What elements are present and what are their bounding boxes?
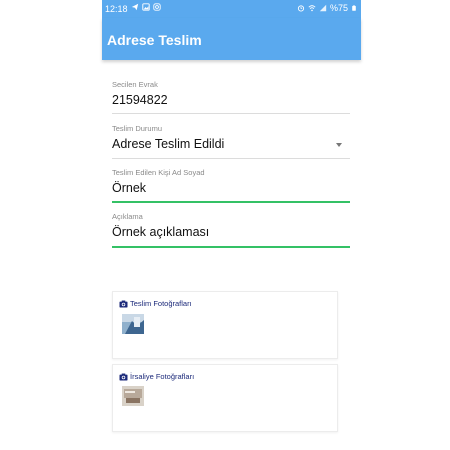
description-value[interactable]: Örnek açıklaması (112, 225, 350, 239)
gallery-icon (142, 3, 150, 11)
selected-doc-value: 21594822 (112, 93, 168, 107)
selected-doc-underline (112, 113, 350, 114)
delivery-photos-title: Teslim Fotoğrafları (130, 299, 192, 308)
description-underline (112, 246, 350, 248)
status-system-icons: %75 (297, 3, 357, 13)
battery-percent: %75 (329, 3, 348, 13)
instagram-icon (153, 3, 161, 11)
waybill-photos-title: İrsaliye Fotoğrafları (130, 372, 195, 381)
waybill-photos-header[interactable]: İrsaliye Fotoğrafları (119, 372, 194, 381)
telegram-icon (131, 3, 139, 11)
recipient-name-value[interactable]: Örnek (112, 181, 350, 195)
delivery-status-underline (112, 158, 350, 159)
recipient-name-underline (112, 201, 350, 203)
alarm-icon (297, 5, 305, 12)
delivery-photos-card[interactable]: Teslim Fotoğrafları (112, 291, 338, 359)
waybill-photo-thumbnail[interactable] (122, 386, 144, 406)
delivery-photos-header[interactable]: Teslim Fotoğrafları (119, 299, 192, 308)
description-input[interactable]: Açıklama Örnek açıklaması (112, 212, 350, 248)
page-title: Adrese Teslim (107, 32, 202, 48)
selected-doc-field[interactable]: Secilen Evrak 21594822 (112, 80, 350, 115)
recipient-name-label: Teslim Edilen Kişi Ad Soyad (112, 168, 205, 177)
phone-screen: 12:18 %75 Adrese Teslim Secilen Evrak 21… (102, 0, 361, 450)
description-label: Açıklama (112, 212, 143, 221)
delivery-status-label: Teslim Durumu (112, 124, 163, 133)
status-notification-icons (131, 3, 161, 11)
wifi-icon (308, 5, 316, 12)
status-time: 12:18 (105, 4, 128, 14)
app-bar: Adrese Teslim (102, 18, 361, 60)
selected-doc-label: Secilen Evrak (112, 80, 158, 89)
camera-icon (119, 373, 128, 381)
status-bar: 12:18 %75 (102, 0, 361, 18)
camera-icon (119, 300, 128, 308)
chevron-down-icon[interactable] (336, 143, 342, 147)
signal-icon (319, 4, 327, 12)
recipient-name-input[interactable]: Teslim Edilen Kişi Ad Soyad Örnek (112, 168, 350, 203)
battery-icon (352, 5, 356, 11)
delivery-photo-thumbnail[interactable] (122, 314, 144, 334)
delivery-status-value: Adrese Teslim Edildi (112, 137, 225, 151)
waybill-photos-card[interactable]: İrsaliye Fotoğrafları (112, 364, 338, 432)
delivery-status-dropdown[interactable]: Teslim Durumu Adrese Teslim Edildi (112, 124, 350, 159)
